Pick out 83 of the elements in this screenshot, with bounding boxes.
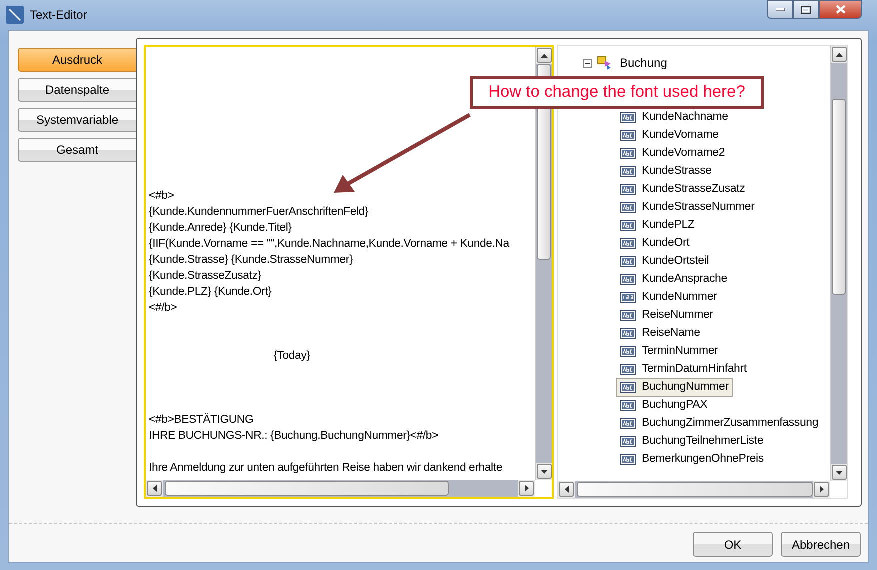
up-arrow-icon	[836, 52, 843, 56]
editor-line: {Kunde.PLZ} {Kunde.Ort}	[149, 285, 273, 300]
text-field-icon	[620, 148, 636, 158]
text-field-icon	[620, 220, 636, 230]
text-field-icon	[620, 256, 636, 266]
nav-tab[interactable]: Datenspalte	[18, 78, 136, 102]
tree-item[interactable]: KundeNummer	[616, 288, 722, 306]
text-field-icon	[620, 418, 636, 428]
down-arrow-icon	[836, 470, 843, 474]
horizontal-scrollbar[interactable]	[146, 480, 535, 497]
tree-item[interactable]: KundeOrtsteil	[616, 252, 714, 270]
tree-item[interactable]: KundePLZ	[616, 216, 699, 234]
editor-line: {Kunde.Anrede} {Kunde.Titel}	[149, 221, 293, 236]
text-field-icon	[620, 346, 636, 356]
tree-item[interactable]: KundeOrt	[616, 234, 694, 252]
text-field-icon	[620, 328, 636, 338]
minimize-icon	[776, 8, 784, 11]
tree-item[interactable]: TerminNummer	[616, 342, 722, 360]
text-field-icon	[620, 130, 636, 140]
tree-node[interactable]: Buchung	[620, 56, 668, 70]
right-arrow-icon	[820, 486, 824, 493]
horizontal-scrollbar[interactable]	[558, 481, 830, 498]
editor-line: <#b>	[149, 189, 176, 204]
text-field-icon	[620, 166, 636, 176]
number-field-icon	[620, 292, 636, 302]
tree-item[interactable]: ReiseName	[616, 324, 704, 342]
maximize-button[interactable]	[793, 0, 819, 19]
callout-tooltip: How to change the font used here?	[470, 76, 764, 109]
nav-tab[interactable]: Systemvariable	[18, 108, 136, 132]
scroll-thumb[interactable]	[832, 99, 846, 295]
maximize-icon	[801, 6, 811, 14]
tree-item[interactable]: KundeVorname	[616, 126, 723, 144]
text-field-icon	[620, 202, 636, 212]
editor-line: {IIF(Kunde.Vorname == "",Kunde.Nachname,Kunde.Vorname + Kunde.Na	[149, 237, 511, 252]
up-arrow-icon	[541, 54, 548, 58]
nav-tab[interactable]: Ausdruck	[18, 48, 136, 72]
text-field-icon	[620, 400, 636, 410]
scroll-thumb[interactable]	[165, 481, 449, 496]
tree-item[interactable]: ReiseNummer	[616, 306, 718, 324]
text-field-icon	[620, 112, 636, 122]
left-arrow-icon	[564, 486, 568, 493]
text-field-icon	[620, 184, 636, 194]
text-field-icon	[620, 274, 636, 284]
tree-item[interactable]: KundeAnsprache	[616, 270, 732, 288]
editor-line: {Kunde.KundennummerFuerAnschriftenFeld}	[149, 205, 370, 220]
text-field-icon	[620, 454, 636, 464]
text-field-icon	[620, 364, 636, 374]
editor-line: {Kunde.Strasse} {Kunde.StrasseNummer}	[149, 253, 354, 268]
tree-item[interactable]: BuchungZimmerZusammenfassung	[616, 414, 823, 432]
tree-item[interactable]: KundeVorname2	[616, 144, 730, 162]
tree-item[interactable]: KundeNachname	[616, 108, 732, 126]
tree-item[interactable]: TerminDatumHinfahrt	[616, 360, 751, 378]
editor-line: <#b>BESTÄTIGUNG	[149, 412, 255, 428]
close-button[interactable]	[819, 0, 862, 19]
scroll-thumb[interactable]	[577, 482, 813, 497]
dialog-button[interactable]: OK	[693, 532, 773, 557]
tree-item[interactable]: KundeStrasse	[616, 162, 716, 180]
text-field-icon	[620, 436, 636, 446]
minimize-button[interactable]	[767, 0, 793, 19]
left-arrow-icon	[152, 485, 156, 492]
editor-line: Ihre Anmeldung zur unten aufgeführten Reise haben wir dankend erhalte	[149, 461, 504, 476]
tree-item[interactable]: BemerkungenOhnePreis	[616, 450, 768, 468]
collapse-icon[interactable]	[583, 58, 592, 68]
editor-line: IHRE BUCHUNGS-NR.: {Buchung.BuchungNummer}<#/b>	[149, 429, 440, 444]
dialog-button[interactable]: Abbrechen	[781, 532, 861, 557]
tree-item[interactable]: BuchungNummer	[616, 378, 733, 396]
close-icon	[836, 5, 846, 14]
down-arrow-icon	[541, 470, 548, 474]
editor-line: {Kunde.StrasseZusatz}	[149, 269, 262, 284]
tree-item[interactable]: KundeStrasseNummer	[616, 198, 759, 216]
editor-line: <#/b>	[149, 301, 178, 316]
text-field-icon	[620, 310, 636, 320]
nav-tab[interactable]: Gesamt	[18, 138, 136, 162]
text-field-icon	[620, 382, 636, 392]
tree-item[interactable]: KundeStrasseZusatz	[616, 180, 750, 198]
pen-icon	[6, 6, 24, 24]
right-arrow-icon	[524, 485, 528, 492]
window-title: Text-Editor	[30, 8, 88, 22]
vertical-scrollbar[interactable]	[830, 46, 847, 481]
editor-line: {Today}	[272, 349, 312, 364]
text-field-icon	[620, 238, 636, 248]
tree-item[interactable]: BuchungPAX	[616, 396, 712, 414]
tree-item[interactable]: BuchungTeilnehmerListe	[616, 432, 768, 450]
